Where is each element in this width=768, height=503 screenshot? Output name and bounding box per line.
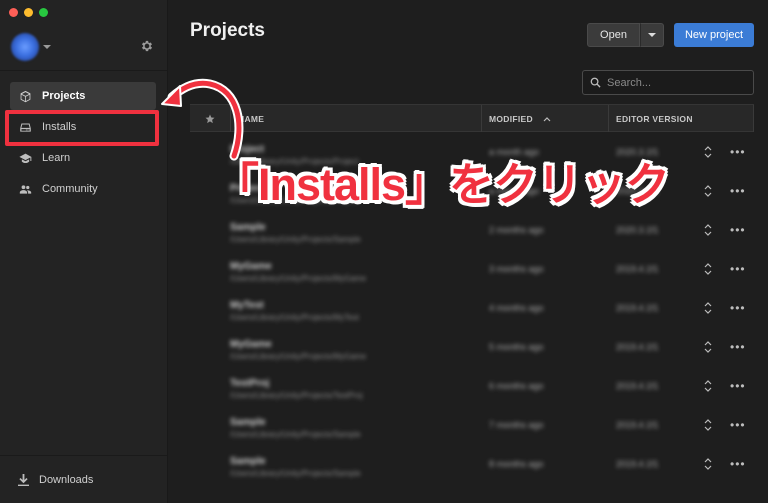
- more-options-icon[interactable]: •••: [730, 223, 746, 237]
- project-version: 2019.4.1f1: [616, 381, 659, 391]
- table-row[interactable]: Sample /Users/Library/Unity/Projects/Sam…: [190, 211, 768, 250]
- project-modified: 3 months ago: [489, 264, 544, 274]
- project-version: 2019.4.1f1: [616, 303, 659, 313]
- close-window-button[interactable]: [9, 8, 18, 17]
- project-version: 2019.4.1f1: [616, 264, 659, 274]
- table-row[interactable]: TestProj /Users/Library/Unity/Projects/T…: [190, 367, 768, 406]
- page-title: Projects: [190, 20, 265, 41]
- version-select-icon[interactable]: [703, 418, 713, 432]
- more-options-icon[interactable]: •••: [730, 457, 746, 471]
- project-modified: 5 months ago: [489, 342, 544, 352]
- more-options-icon[interactable]: •••: [730, 184, 746, 198]
- search-icon: [590, 77, 601, 88]
- cube-icon: [20, 90, 31, 102]
- project-path: /Users/Library/Unity/Projects/Sample: [230, 430, 361, 439]
- column-divider: [753, 105, 754, 132]
- more-options-icon[interactable]: •••: [730, 340, 746, 354]
- project-modified: 4 months ago: [489, 303, 544, 313]
- installs-highlight-box: [5, 110, 159, 146]
- version-select-icon[interactable]: [703, 301, 713, 315]
- more-options-icon[interactable]: •••: [730, 379, 746, 393]
- sidebar-item-label: Learn: [42, 152, 71, 164]
- sidebar-item-downloads[interactable]: Downloads: [0, 455, 167, 503]
- downloads-label: Downloads: [39, 473, 94, 486]
- project-path: /Users/Library/Unity/Projects/Sample: [230, 469, 361, 478]
- annotation-arrow-icon: [161, 78, 244, 161]
- avatar: [11, 33, 39, 61]
- version-select-icon[interactable]: [703, 184, 713, 198]
- open-button-group: Open: [587, 23, 664, 47]
- version-select-icon[interactable]: [703, 379, 713, 393]
- project-name: MyTest: [230, 300, 264, 311]
- table-row[interactable]: MyGame /Users/Library/Unity/Projects/MyG…: [190, 250, 768, 289]
- sidebar-divider: [0, 70, 167, 71]
- graduation-cap-icon: [19, 153, 32, 163]
- project-modified: 8 months ago: [489, 459, 544, 469]
- version-select-icon[interactable]: [703, 145, 713, 159]
- project-path: /Users/Library/Unity/Projects/MyGame: [230, 274, 367, 283]
- open-button[interactable]: Open: [587, 23, 640, 47]
- chevron-down-icon: [43, 45, 51, 49]
- project-name: Sample: [230, 456, 266, 467]
- chevron-down-icon: [648, 33, 656, 37]
- project-path: /Users/Library/Unity/Projects/TestProj: [230, 391, 363, 400]
- gear-icon[interactable]: [140, 39, 154, 53]
- window-controls: [9, 8, 48, 17]
- people-icon: [19, 184, 32, 194]
- column-header-editor-version[interactable]: EDITOR VERSION: [616, 105, 693, 132]
- version-select-icon[interactable]: [703, 457, 713, 471]
- sidebar-item-label: Community: [42, 183, 98, 195]
- account-menu[interactable]: [11, 33, 51, 61]
- column-divider: [481, 105, 482, 132]
- callout-text: 「Installs」をクリック: [214, 159, 670, 210]
- minimize-window-button[interactable]: [24, 8, 33, 17]
- project-version: 2019.4.1f1: [616, 420, 659, 430]
- download-icon: [18, 473, 29, 486]
- version-select-icon[interactable]: [703, 262, 713, 276]
- project-name: MyGame: [230, 261, 272, 272]
- table-row[interactable]: MyTest /Users/Library/Unity/Projects/MyT…: [190, 289, 768, 328]
- sidebar-item-projects[interactable]: Projects: [10, 82, 156, 110]
- sidebar-item-community[interactable]: Community: [10, 175, 156, 203]
- open-options-button[interactable]: [640, 23, 664, 47]
- more-options-icon[interactable]: •••: [730, 262, 746, 276]
- project-path: /Users/Library/Unity/Projects/MyTest: [230, 313, 359, 322]
- sidebar-item-learn[interactable]: Learn: [10, 144, 156, 172]
- sidebar: Projects Installs Learn Community Downlo…: [0, 0, 168, 503]
- more-options-icon[interactable]: •••: [730, 145, 746, 159]
- zoom-window-button[interactable]: [39, 8, 48, 17]
- search-input[interactable]: [607, 76, 747, 89]
- sort-ascending-icon: [543, 116, 551, 121]
- version-select-icon[interactable]: [703, 223, 713, 237]
- column-header-modified[interactable]: MODIFIED: [489, 105, 551, 132]
- table-header: NAME MODIFIED EDITOR VERSION: [190, 104, 754, 132]
- project-name: Sample: [230, 417, 266, 428]
- project-name: MyGame: [230, 339, 272, 350]
- project-name: TestProj: [230, 378, 270, 389]
- new-project-button[interactable]: New project: [674, 23, 754, 47]
- more-options-icon[interactable]: •••: [730, 418, 746, 432]
- column-divider: [608, 105, 609, 132]
- version-select-icon[interactable]: [703, 340, 713, 354]
- table-row[interactable]: Sample /Users/Library/Unity/Projects/Sam…: [190, 445, 768, 484]
- project-version: 2019.4.1f1: [616, 459, 659, 469]
- project-modified: 6 months ago: [489, 381, 544, 391]
- column-header-modified-label: MODIFIED: [489, 113, 533, 124]
- project-version: 2020.3.1f1: [616, 225, 659, 235]
- project-path: /Users/Library/Unity/Projects/Sample: [230, 235, 361, 244]
- project-modified: 2 months ago: [489, 225, 544, 235]
- project-name: Sample: [230, 222, 266, 233]
- unity-hub-window: Projects Installs Learn Community Downlo…: [0, 0, 768, 503]
- sidebar-item-label: Projects: [42, 90, 86, 102]
- project-modified: 7 months ago: [489, 420, 544, 430]
- search-box: [582, 70, 754, 95]
- project-version: 2019.4.1f1: [616, 342, 659, 352]
- more-options-icon[interactable]: •••: [730, 301, 746, 315]
- table-row[interactable]: MyGame /Users/Library/Unity/Projects/MyG…: [190, 328, 768, 367]
- table-row[interactable]: Sample /Users/Library/Unity/Projects/Sam…: [190, 406, 768, 445]
- project-path: /Users/Library/Unity/Projects/MyGame: [230, 352, 367, 361]
